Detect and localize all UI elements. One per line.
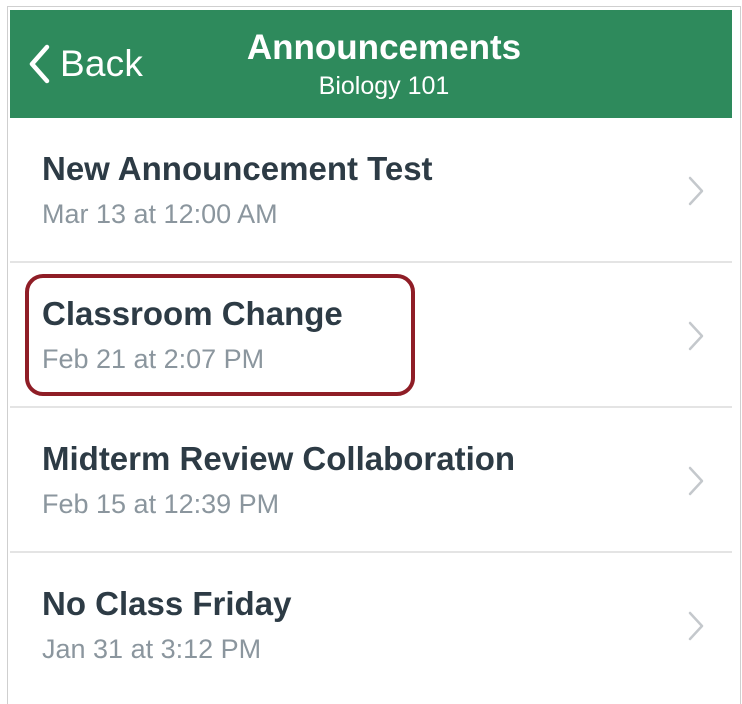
announcement-title: Midterm Review Collaboration <box>42 440 516 477</box>
chevron-right-icon <box>688 176 704 211</box>
announcement-title: Classroom Change <box>42 295 343 332</box>
announcement-title: No Class Friday <box>42 585 292 622</box>
chevron-right-icon <box>688 611 704 646</box>
list-item[interactable]: Classroom Change Feb 21 at 2:07 PM <box>10 263 732 408</box>
chevron-right-icon <box>688 466 704 501</box>
announcement-date: Jan 31 at 3:12 PM <box>42 634 262 664</box>
page-title: Announcements <box>246 28 522 67</box>
announcement-date: Mar 13 at 12:00 AM <box>42 199 278 229</box>
chevron-right-icon <box>688 321 704 356</box>
page-subtitle: Biology 101 <box>318 72 450 100</box>
announcement-date: Feb 15 at 12:39 PM <box>42 489 280 519</box>
navigation-bar: Back Announcements Biology 101 <box>10 10 732 118</box>
announcement-date: Feb 21 at 2:07 PM <box>42 344 265 374</box>
announcement-list: New Announcement Test Mar 13 at 12:00 AM… <box>10 118 732 698</box>
list-item[interactable]: No Class Friday Jan 31 at 3:12 PM <box>10 553 732 698</box>
announcement-title: New Announcement Test <box>42 150 433 187</box>
list-item[interactable]: Midterm Review Collaboration Feb 15 at 1… <box>10 408 732 553</box>
list-item[interactable]: New Announcement Test Mar 13 at 12:00 AM <box>10 118 732 263</box>
